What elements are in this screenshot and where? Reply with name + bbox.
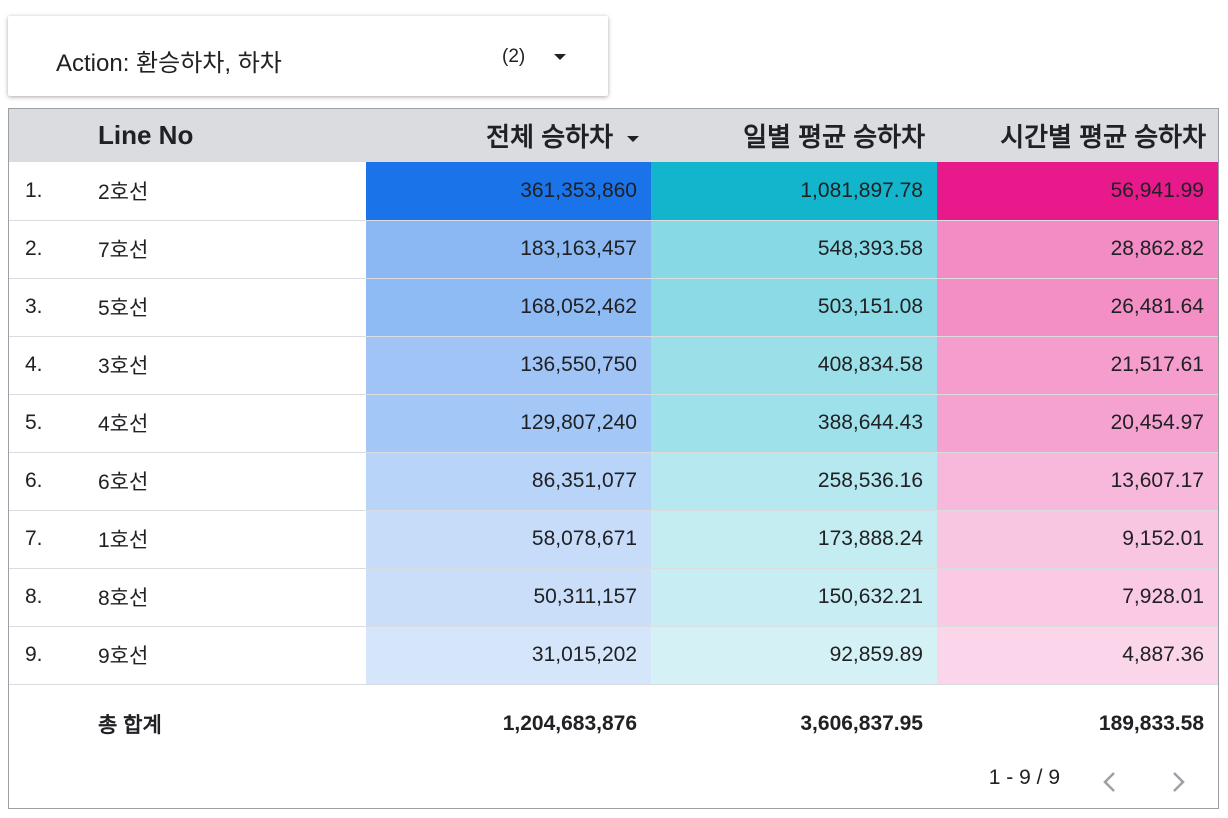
- daily-avg-value: 173,888.24: [651, 510, 937, 568]
- data-table: Line No 전체 승하차 일별 평균 승하차 시간별 평균 승하차 1. 2호…: [8, 108, 1219, 809]
- hourly-avg-value: 4,887.36: [937, 626, 1218, 684]
- daily-avg-value: 1,081,897.78: [651, 162, 937, 220]
- daily-avg-value: 548,393.58: [651, 220, 937, 278]
- table-row[interactable]: 4. 3호선 136,550,750 408,834.58 21,517.61: [9, 336, 1218, 394]
- total-value: 50,311,157: [366, 568, 651, 626]
- header-total[interactable]: 전체 승하차: [366, 109, 651, 162]
- daily-avg-value: 408,834.58: [651, 336, 937, 394]
- daily-avg-value: 388,644.43: [651, 394, 937, 452]
- line-name: 3호선: [98, 355, 149, 378]
- header-total-label: 전체 승하차: [486, 122, 613, 152]
- totals-total: 1,204,683,876: [502, 712, 637, 736]
- hourly-avg-value: 26,481.64: [937, 278, 1218, 336]
- table-row[interactable]: 9. 9호선 31,015,202 92,859.89 4,887.36: [9, 626, 1218, 684]
- total-value: 86,351,077: [366, 452, 651, 510]
- total-value: 58,078,671: [366, 510, 651, 568]
- pagination: 1 - 9 / 9: [898, 756, 1218, 808]
- filter-selected-count: (2): [502, 46, 526, 67]
- row-index: 8.: [25, 585, 43, 608]
- hourly-avg-value: 21,517.61: [937, 336, 1218, 394]
- daily-avg-value: 92,859.89: [651, 626, 937, 684]
- line-name: 9호선: [98, 645, 149, 668]
- daily-avg-value: 150,632.21: [651, 568, 937, 626]
- row-index: 7.: [25, 527, 43, 550]
- filter-label: Action: 환승하차, 하차: [56, 50, 282, 77]
- table-row[interactable]: 2. 7호선 183,163,457 548,393.58 28,862.82: [9, 220, 1218, 278]
- pagination-range: 1 - 9 / 9: [988, 766, 1060, 789]
- row-index: 6.: [25, 469, 43, 492]
- row-index: 5.: [25, 411, 43, 434]
- total-value: 168,052,462: [366, 278, 651, 336]
- header-index: [9, 109, 86, 162]
- totals-label: 총 합계: [98, 714, 162, 738]
- hourly-avg-value: 7,928.01: [937, 568, 1218, 626]
- total-value: 31,015,202: [366, 626, 651, 684]
- table-row[interactable]: 1. 2호선 361,353,860 1,081,897.78 56,941.99: [9, 162, 1218, 220]
- chevron-left-icon[interactable]: [1096, 768, 1124, 796]
- daily-avg-value: 503,151.08: [651, 278, 937, 336]
- total-value: 361,353,860: [366, 162, 651, 220]
- total-value: 183,163,457: [366, 220, 651, 278]
- table-row[interactable]: 7. 1호선 58,078,671 173,888.24 9,152.01: [9, 510, 1218, 568]
- line-name: 6호선: [98, 471, 149, 494]
- table-row[interactable]: 5. 4호선 129,807,240 388,644.43 20,454.97: [9, 394, 1218, 452]
- row-index: 9.: [25, 643, 43, 666]
- totals-hourly: 189,833.58: [1098, 712, 1204, 736]
- total-value: 129,807,240: [366, 394, 651, 452]
- row-index: 3.: [25, 295, 43, 318]
- header-hourly-avg[interactable]: 시간별 평균 승하차: [937, 109, 1218, 162]
- hourly-avg-value: 13,607.17: [937, 452, 1218, 510]
- chevron-right-icon[interactable]: [1164, 768, 1192, 796]
- totals-index: [9, 684, 86, 764]
- table-row[interactable]: 3. 5호선 168,052,462 503,151.08 26,481.64: [9, 278, 1218, 336]
- table-row[interactable]: 8. 8호선 50,311,157 150,632.21 7,928.01: [9, 568, 1218, 626]
- line-name: 5호선: [98, 297, 149, 320]
- header-daily-avg[interactable]: 일별 평균 승하차: [651, 109, 937, 162]
- table-row[interactable]: 6. 6호선 86,351,077 258,536.16 13,607.17: [9, 452, 1218, 510]
- row-index: 4.: [25, 353, 43, 376]
- hourly-avg-value: 56,941.99: [937, 162, 1218, 220]
- line-name: 2호선: [98, 180, 149, 204]
- line-name: 7호선: [98, 239, 149, 262]
- line-name: 4호선: [98, 413, 149, 436]
- hourly-avg-value: 9,152.01: [937, 510, 1218, 568]
- totals-daily: 3,606,837.95: [800, 712, 923, 736]
- hourly-avg-value: 28,862.82: [937, 220, 1218, 278]
- table-header-row: Line No 전체 승하차 일별 평균 승하차 시간별 평균 승하차: [9, 109, 1218, 162]
- total-value: 136,550,750: [366, 336, 651, 394]
- row-index: 1.: [25, 178, 43, 202]
- sort-desc-icon: [627, 136, 639, 143]
- line-name: 1호선: [98, 529, 149, 552]
- daily-avg-value: 258,536.16: [651, 452, 937, 510]
- header-line-no[interactable]: Line No: [86, 109, 366, 162]
- hourly-avg-value: 20,454.97: [937, 394, 1218, 452]
- dropdown-caret-icon: [554, 54, 566, 60]
- row-index: 2.: [25, 237, 43, 260]
- action-filter-dropdown[interactable]: Action: 환승하차, 하차 (2): [8, 16, 608, 96]
- line-name: 8호선: [98, 587, 149, 610]
- totals-row: 총 합계 1,204,683,876 3,606,837.95 189,833.58: [9, 684, 1218, 764]
